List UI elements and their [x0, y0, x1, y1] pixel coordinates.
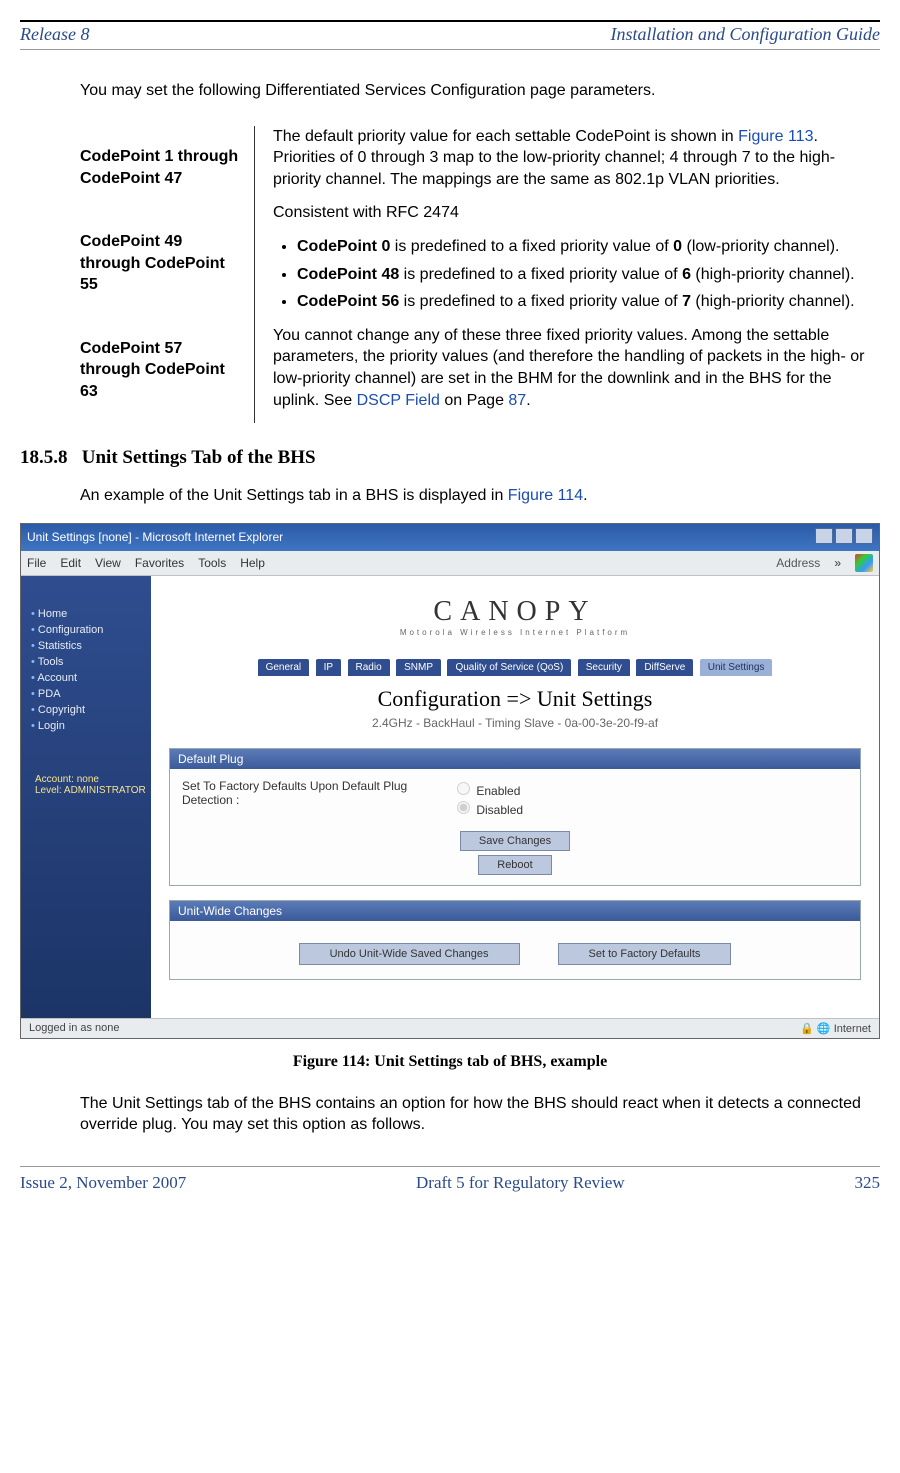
- def-label-2: CodePoint 49 through CodePoint 55: [80, 231, 240, 296]
- content-subtitle: 2.4GHz - BackHaul - Timing Slave - 0a-00…: [169, 716, 861, 730]
- sidebar-item-statistics[interactable]: Statistics: [31, 638, 151, 654]
- tab-row: General IP Radio SNMP Quality of Service…: [169, 657, 861, 676]
- figure-caption: Figure 114: Unit Settings tab of BHS, ex…: [20, 1053, 880, 1071]
- header-left: Release 8: [20, 24, 89, 45]
- panel-unit-wide-header: Unit-Wide Changes: [170, 901, 860, 921]
- sidebar-item-copyright[interactable]: Copyright: [31, 702, 151, 718]
- minimize-icon[interactable]: [815, 528, 833, 544]
- sidebar-item-home[interactable]: Home: [31, 606, 151, 622]
- windows-logo-icon: [855, 554, 873, 572]
- sidebar-item-tools[interactable]: Tools: [31, 654, 151, 670]
- status-right: 🔒 🌐 Internet: [800, 1022, 871, 1035]
- level-line: Level: ADMINISTRATOR: [35, 785, 151, 796]
- content-title: Configuration => Unit Settings: [169, 686, 861, 712]
- bullet-cp48: CodePoint 48 is predefined to a fixed pr…: [297, 264, 880, 286]
- menu-file[interactable]: File: [27, 556, 46, 570]
- sidebar-item-login[interactable]: Login: [31, 718, 151, 734]
- canopy-tagline: Motorola Wireless Internet Platform: [169, 628, 861, 637]
- footer-left: Issue 2, November 2007: [20, 1173, 186, 1193]
- maximize-icon[interactable]: [835, 528, 853, 544]
- def-label-1: CodePoint 1 through CodePoint 47: [80, 146, 240, 189]
- link-figure-113[interactable]: Figure 113: [738, 128, 813, 145]
- factory-defaults-button[interactable]: Set to Factory Defaults: [558, 943, 732, 965]
- tab-security[interactable]: Security: [578, 659, 630, 676]
- link-dscp-field[interactable]: DSCP Field: [357, 392, 440, 409]
- bullet-cp56: CodePoint 56 is predefined to a fixed pr…: [297, 291, 880, 313]
- save-changes-button[interactable]: Save Changes: [460, 831, 570, 851]
- definitions-block: CodePoint 1 through CodePoint 47 CodePoi…: [80, 126, 880, 424]
- def-label-3: CodePoint 57 through CodePoint 63: [80, 338, 240, 403]
- panel-unit-wide: Unit-Wide Changes Undo Unit-Wide Saved C…: [169, 900, 861, 980]
- panel-default-plug: Default Plug Set To Factory Defaults Upo…: [169, 748, 861, 886]
- window-title: Unit Settings [none] - Microsoft Interne…: [27, 530, 283, 544]
- menu-favorites[interactable]: Favorites: [135, 556, 184, 570]
- radio-disabled[interactable]: Disabled: [452, 798, 523, 817]
- screenshot-figure: Unit Settings [none] - Microsoft Interne…: [20, 523, 880, 1039]
- def-p2: Consistent with RFC 2474: [273, 202, 880, 224]
- address-label: Address: [776, 556, 820, 570]
- sidebar-item-pda[interactable]: PDA: [31, 686, 151, 702]
- section-text: An example of the Unit Settings tab in a…: [80, 485, 880, 507]
- closing-text: The Unit Settings tab of the BHS contain…: [80, 1093, 880, 1136]
- footer-center: Draft 5 for Regulatory Review: [416, 1173, 625, 1193]
- def-p3-post: .: [526, 392, 530, 409]
- def-p1-pre: The default priority value for each sett…: [273, 128, 738, 145]
- link-page-87[interactable]: 87: [508, 392, 526, 409]
- tab-radio[interactable]: Radio: [348, 659, 390, 676]
- menu-view[interactable]: View: [95, 556, 121, 570]
- tab-general[interactable]: General: [258, 659, 310, 676]
- header-right: Installation and Configuration Guide: [610, 24, 880, 45]
- tab-qos[interactable]: Quality of Service (QoS): [447, 659, 571, 676]
- menu-help[interactable]: Help: [240, 556, 265, 570]
- intro-text: You may set the following Differentiated…: [80, 80, 880, 102]
- sidebar-item-account[interactable]: Account: [31, 670, 151, 686]
- link-figure-114[interactable]: Figure 114: [508, 487, 583, 504]
- undo-changes-button[interactable]: Undo Unit-Wide Saved Changes: [299, 943, 520, 965]
- radio-enabled[interactable]: Enabled: [452, 779, 523, 798]
- canopy-logo: CANOPY: [169, 596, 861, 628]
- panel-default-plug-header: Default Plug: [170, 749, 860, 769]
- field-label: Set To Factory Defaults Upon Default Plu…: [182, 779, 412, 807]
- status-left: Logged in as none: [29, 1022, 120, 1035]
- tab-unit-settings[interactable]: Unit Settings: [700, 659, 773, 676]
- sidebar-item-configuration[interactable]: Configuration: [31, 622, 151, 638]
- reboot-button[interactable]: Reboot: [478, 855, 551, 875]
- menu-tools[interactable]: Tools: [198, 556, 226, 570]
- tab-snmp[interactable]: SNMP: [396, 659, 441, 676]
- menu-edit[interactable]: Edit: [60, 556, 81, 570]
- tab-diffserve[interactable]: DiffServe: [636, 659, 693, 676]
- account-line: Account: none: [35, 774, 151, 785]
- tab-ip[interactable]: IP: [316, 659, 341, 676]
- bullet-cp0: CodePoint 0 is predefined to a fixed pri…: [297, 236, 880, 258]
- close-icon[interactable]: [855, 528, 873, 544]
- footer-right: 325: [855, 1173, 881, 1193]
- nav-sidebar: Home Configuration Statistics Tools Acco…: [21, 576, 151, 1018]
- window-controls[interactable]: [813, 528, 873, 547]
- section-heading: 18.5.8 Unit Settings Tab of the BHS: [20, 447, 880, 469]
- def-p3-mid: on Page: [440, 392, 509, 409]
